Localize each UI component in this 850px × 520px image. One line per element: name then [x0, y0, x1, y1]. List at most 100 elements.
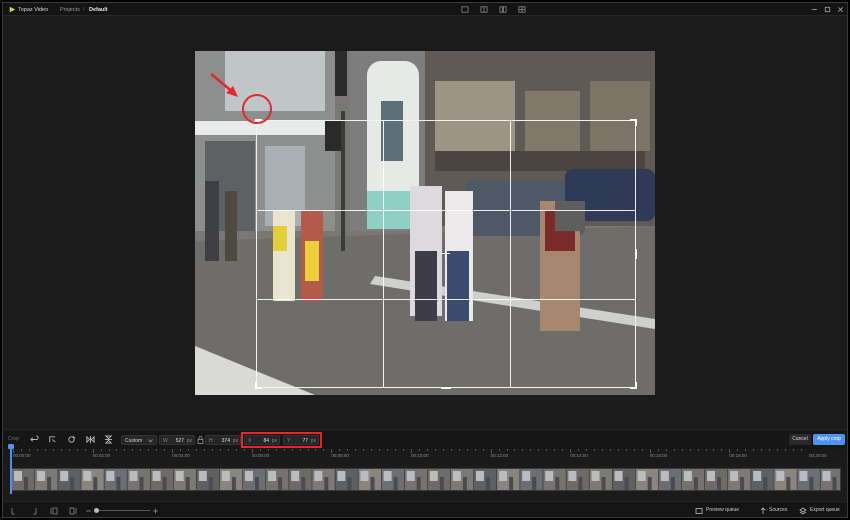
- filmstrip-thumbnail: [289, 469, 312, 490]
- breadcrumb-separator: /: [83, 6, 85, 13]
- timeline-tick: [339, 449, 341, 451]
- crop-handle-right[interactable]: [635, 249, 637, 259]
- cancel-button[interactable]: Cancel: [789, 434, 811, 445]
- zoom-slider-thumb[interactable]: [94, 508, 99, 513]
- preview-queue-icon: [695, 508, 703, 514]
- rotate-left-icon[interactable]: [48, 435, 57, 444]
- timeline-tick: [610, 449, 611, 451]
- minimize-icon[interactable]: [811, 6, 818, 13]
- width-field[interactable]: W 527 px: [159, 435, 195, 445]
- timeline-tick: [28, 449, 30, 451]
- filmstrip-thumbnail: [797, 469, 820, 490]
- grid-view-icon[interactable]: [518, 6, 526, 13]
- mark-in-icon[interactable]: [11, 507, 17, 515]
- timeline-tick: [355, 449, 357, 451]
- filmstrip-thumbnail: [427, 469, 451, 490]
- close-icon[interactable]: [837, 6, 844, 13]
- filmstrip-thumbnail: [173, 469, 197, 490]
- crop-handle-bottom[interactable]: [441, 387, 451, 389]
- timeline-tick: [44, 449, 46, 451]
- timeline-tick: [689, 449, 691, 451]
- timeline-tick: [36, 449, 38, 451]
- crop-handle-bottom-right[interactable]: [630, 382, 637, 389]
- timeline-tick: [458, 449, 460, 451]
- timeline-tick: [403, 449, 405, 451]
- filmstrip-thumbnail: [681, 469, 705, 490]
- side-by-side-view-icon[interactable]: [499, 6, 507, 13]
- filmstrip-thumbnail: [127, 469, 150, 490]
- breadcrumb-projects[interactable]: Projects: [60, 7, 80, 13]
- timeline-ruler[interactable]: 00:00:00 00:02:00 00:04:00 00:06:00 00:08:00…: [3, 449, 847, 465]
- crop-handle-bottom-left[interactable]: [255, 382, 262, 389]
- lock-aspect-icon[interactable]: [197, 436, 204, 444]
- timeline-tick: [219, 449, 221, 451]
- crop-handle-top-right[interactable]: [630, 119, 637, 126]
- sources-button[interactable]: Sources: [769, 507, 787, 513]
- filmstrip-thumbnail: [243, 469, 266, 490]
- trim-end-icon[interactable]: [69, 507, 77, 515]
- timeline-tick: [212, 449, 213, 451]
- timeline-tick: [172, 449, 174, 453]
- timeline-tick: [251, 449, 253, 453]
- timeline-time-label: 00:18:00: [729, 453, 747, 458]
- y-value: 77: [302, 438, 308, 444]
- timeline-tick: [291, 449, 293, 451]
- zoom-in-icon[interactable]: [152, 507, 159, 515]
- crop-mode-label: Crop: [8, 436, 19, 442]
- timeline-tick: [68, 449, 70, 451]
- apply-crop-button[interactable]: Apply crop: [813, 434, 845, 445]
- timeline-tick: [148, 449, 150, 451]
- filmstrip-thumbnail: [12, 469, 35, 490]
- timeline-tick: [745, 449, 747, 451]
- timeline-filmstrip[interactable]: [11, 468, 841, 491]
- flip-vertical-icon[interactable]: [104, 435, 113, 444]
- annotation-arrow-circle: [210, 73, 272, 124]
- x-offset-field[interactable]: X 84 px: [244, 435, 280, 445]
- y-offset-field[interactable]: Y 77 px: [283, 435, 319, 445]
- timeline-tick: [411, 449, 412, 453]
- preview-queue-button[interactable]: Preview queue: [706, 507, 739, 513]
- undo-icon[interactable]: [30, 435, 39, 444]
- x-label: X: [248, 438, 252, 444]
- timeline-tick: [331, 449, 333, 453]
- aspect-preset-select[interactable]: Custom: [121, 435, 157, 445]
- filmstrip-thumbnail: [450, 469, 474, 490]
- timeline-tick: [586, 449, 588, 451]
- timeline-tick: [570, 449, 572, 453]
- timeline-tick: [315, 449, 317, 451]
- timeline-tick: [156, 449, 158, 451]
- zoom-slider[interactable]: [95, 510, 150, 511]
- timeline-tick: [633, 449, 635, 451]
- preview-stage: [3, 16, 847, 429]
- filmstrip-thumbnail: [58, 469, 81, 490]
- maximize-icon[interactable]: [824, 6, 831, 13]
- height-field[interactable]: H 374 px: [205, 435, 241, 445]
- timeline-tick: [227, 449, 229, 451]
- timeline-tick: [347, 449, 349, 451]
- timeline-tick: [713, 449, 715, 451]
- filmstrip-thumbnail: [612, 469, 636, 490]
- trim-start-icon[interactable]: [50, 507, 58, 515]
- flip-horizontal-icon[interactable]: [86, 435, 95, 444]
- timeline-tick: [371, 449, 373, 451]
- filmstrip-thumbnail: [104, 469, 127, 490]
- filmstrip-thumbnail: [35, 469, 58, 490]
- playhead[interactable]: [8, 444, 14, 494]
- timeline-tick: [681, 449, 683, 451]
- title-bar: Topaz Video Projects / Default: [3, 3, 847, 16]
- timeline-tick: [538, 449, 540, 451]
- mark-out-icon[interactable]: [31, 507, 37, 515]
- timeline-tick: [299, 449, 301, 451]
- crop-rectangle[interactable]: [255, 119, 637, 389]
- timeline-tick: [546, 449, 548, 451]
- zoom-out-icon[interactable]: [85, 507, 92, 515]
- export-queue-button[interactable]: Export queue: [810, 507, 840, 513]
- timeline-tick: [196, 449, 198, 451]
- timeline-tick: [442, 449, 444, 451]
- timeline-tick: [761, 449, 763, 451]
- timeline-tick: [140, 449, 142, 451]
- single-view-icon[interactable]: [461, 6, 469, 13]
- breadcrumb-default[interactable]: Default: [89, 7, 108, 13]
- split-view-icon[interactable]: [480, 6, 488, 13]
- rotate-right-icon[interactable]: [67, 435, 76, 444]
